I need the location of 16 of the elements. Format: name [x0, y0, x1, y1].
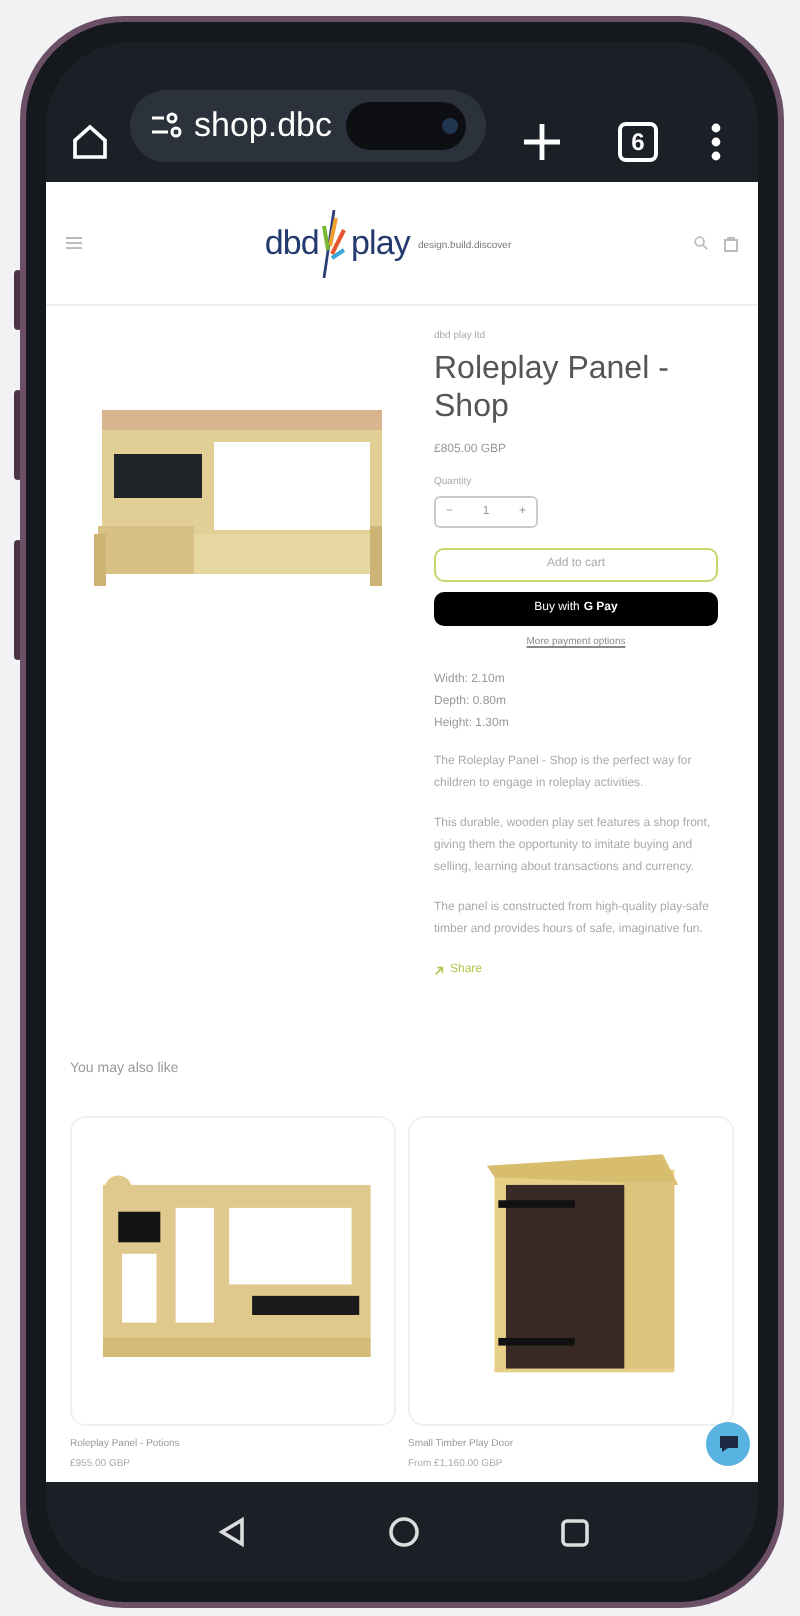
back-icon[interactable] — [215, 1516, 247, 1548]
camera-lens-icon — [442, 118, 458, 134]
product-title: Roleplay Panel - Shop — [434, 349, 671, 425]
tab-count[interactable]: 6 — [618, 122, 658, 162]
new-tab-icon[interactable] — [522, 122, 562, 162]
logo-text[interactable]: play — [350, 217, 410, 269]
logo-feathers-icon — [320, 209, 349, 277]
logo-text[interactable]: dbd — [264, 217, 319, 269]
url-bar[interactable]: shop.dbc — [130, 90, 486, 162]
more-icon[interactable] — [710, 122, 722, 162]
url-text: shop.dbc — [194, 104, 332, 149]
chat-button[interactable] — [706, 1422, 750, 1466]
home-icon[interactable] — [387, 1516, 419, 1548]
site-settings-icon[interactable] — [150, 112, 182, 140]
recent-apps-icon[interactable] — [559, 1517, 589, 1547]
chat-icon — [717, 1434, 739, 1454]
